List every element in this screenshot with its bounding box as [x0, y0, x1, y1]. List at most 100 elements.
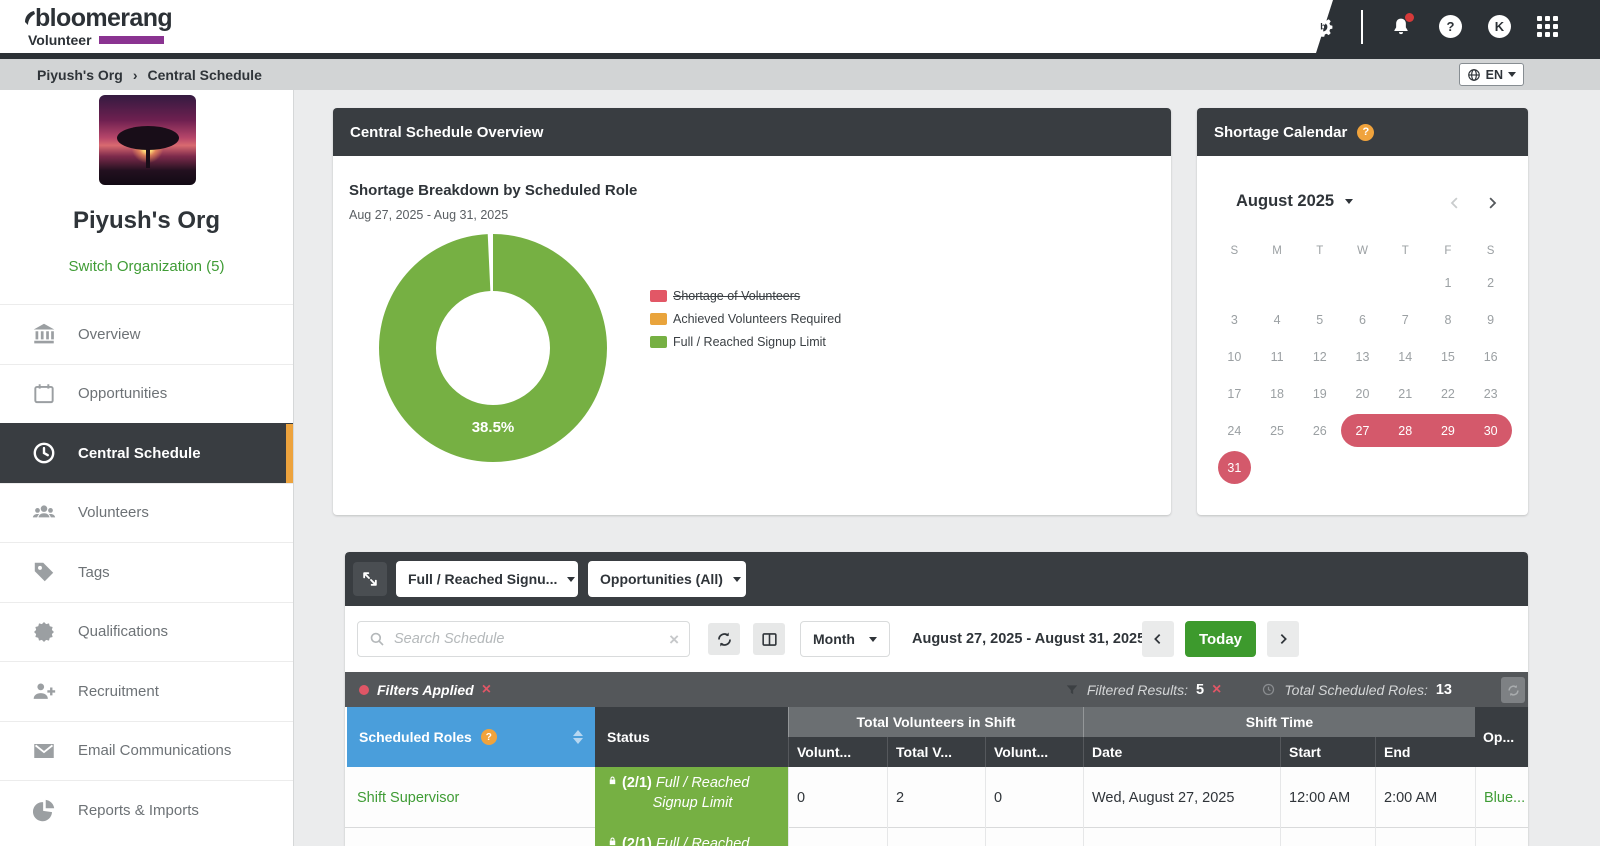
shift-end-cell: 2:00 AM: [1375, 767, 1475, 828]
calendar-day-26[interactable]: 26: [1298, 412, 1341, 449]
sidebar-item-email-communications[interactable]: Email Communications: [0, 721, 293, 781]
legend-swatch: [650, 290, 667, 302]
group-header-total-volunteers: Total Volunteers in Shift: [788, 707, 1083, 737]
calendar-day-7[interactable]: 7: [1384, 301, 1427, 338]
table-refresh-icon[interactable]: [1501, 677, 1525, 703]
calendar-day-15[interactable]: 15: [1427, 338, 1470, 375]
calendar-month-selector[interactable]: August 2025: [1236, 192, 1353, 211]
legend-label: Shortage of Volunteers: [673, 289, 800, 303]
sidebar-item-qualifications[interactable]: Qualifications: [0, 602, 293, 662]
calendar-day-header: F: [1427, 238, 1470, 264]
next-period-button[interactable]: [1267, 621, 1299, 657]
breadcrumb: Piyush's Org › Central Schedule: [37, 59, 262, 90]
language-selector[interactable]: EN: [1459, 63, 1524, 86]
sidebar-item-recruitment[interactable]: Recruitment: [0, 661, 293, 721]
shift-start-cell: 12:00 AM: [1280, 767, 1375, 828]
sidebar-item-overview[interactable]: Overview: [0, 304, 293, 364]
calendar-day-11[interactable]: 11: [1256, 338, 1299, 375]
calendar-day-25[interactable]: 25: [1256, 412, 1299, 449]
overview-panel-title: Central Schedule Overview: [350, 124, 543, 141]
clear-filtered-results-icon[interactable]: ×: [1212, 682, 1221, 698]
sidebar: Piyush's Org Switch Organization (5) Ove…: [0, 90, 294, 846]
sidebar-item-reports-imports[interactable]: Reports & Imports: [0, 780, 293, 840]
calendar-day-10[interactable]: 10: [1213, 338, 1256, 375]
calendar-day-23[interactable]: 23: [1469, 375, 1512, 412]
calendar-day-empty: [1298, 449, 1341, 486]
expand-icon[interactable]: [353, 562, 387, 596]
calendar-day-8[interactable]: 8: [1427, 301, 1470, 338]
switch-organization-link[interactable]: Switch Organization (5): [0, 258, 293, 275]
calendar-day-3[interactable]: 3: [1213, 301, 1256, 338]
notifications-bell-icon[interactable]: [1389, 15, 1413, 39]
calendar-day-14[interactable]: 14: [1384, 338, 1427, 375]
bloomerang-logo[interactable]: bloomerang Volunteer: [26, 5, 172, 48]
view-mode-dropdown[interactable]: Month: [800, 621, 890, 657]
today-button[interactable]: Today: [1185, 621, 1256, 657]
opportunity-link[interactable]: Blue...: [1475, 767, 1528, 828]
sidebar-item-tags[interactable]: Tags: [0, 542, 293, 602]
calendar-help-icon[interactable]: ?: [1357, 124, 1374, 141]
sidebar-item-volunteers[interactable]: Volunteers: [0, 483, 293, 543]
opportunity-link[interactable]: Blue...: [1475, 828, 1528, 846]
clear-search-icon[interactable]: ×: [669, 631, 679, 648]
status-filter-dropdown[interactable]: Full / Reached Signu...: [396, 561, 578, 597]
pie-icon: [31, 797, 57, 823]
search-input[interactable]: [394, 631, 661, 647]
split-view-icon[interactable]: [753, 623, 785, 655]
sub-column-header: Date: [1083, 737, 1280, 767]
breadcrumb-org[interactable]: Piyush's Org: [37, 67, 123, 83]
volunteers-count-cell: 0: [788, 828, 887, 846]
account-avatar[interactable]: K: [1488, 15, 1511, 38]
calendar-day-1[interactable]: 1: [1427, 264, 1470, 301]
calendar-day-17[interactable]: 17: [1213, 375, 1256, 412]
calendar-day-4[interactable]: 4: [1256, 301, 1299, 338]
calendar-day-2[interactable]: 2: [1469, 264, 1512, 301]
scheduled-role-link[interactable]: Shift Supervisor: [347, 767, 595, 828]
refresh-button[interactable]: [708, 623, 740, 655]
calendar-day-16[interactable]: 16: [1469, 338, 1512, 375]
scheduled-roles-help-icon[interactable]: ?: [481, 729, 497, 745]
calendar-day-27[interactable]: 27: [1341, 412, 1384, 449]
status-cell: (2/1) Full / ReachedSignup Limit: [595, 828, 788, 846]
calendar-day-19[interactable]: 19: [1298, 375, 1341, 412]
sidebar-item-opportunities[interactable]: Opportunities: [0, 364, 293, 424]
calendar-day-21[interactable]: 21: [1384, 375, 1427, 412]
calendar-day-20[interactable]: 20: [1341, 375, 1384, 412]
calendar-day-24[interactable]: 24: [1213, 412, 1256, 449]
calendar-next-button[interactable]: [1483, 192, 1503, 214]
column-header-scheduled-roles[interactable]: Scheduled Roles ?: [347, 707, 595, 767]
calendar-prev-button[interactable]: [1446, 192, 1466, 214]
settings-gear-icon[interactable]: b: [1311, 15, 1335, 39]
legend-item[interactable]: Achieved Volunteers Required: [650, 312, 841, 326]
calendar-day-12[interactable]: 12: [1298, 338, 1341, 375]
sort-icon[interactable]: [573, 730, 583, 744]
chart-legend: Shortage of Volunteers Achieved Volunteer…: [650, 289, 841, 349]
calendar-day-5[interactable]: 5: [1298, 301, 1341, 338]
previous-period-button[interactable]: [1142, 621, 1174, 657]
volunteers-count-cell: 0: [788, 767, 887, 828]
sidebar-item-central-schedule[interactable]: Central Schedule: [0, 423, 293, 483]
legend-item[interactable]: Full / Reached Signup Limit: [650, 335, 841, 349]
apps-grid-icon[interactable]: [1537, 16, 1558, 37]
calendar-day-28[interactable]: 28: [1384, 412, 1427, 449]
calendar-day-30[interactable]: 30: [1469, 412, 1512, 449]
clear-filters-icon[interactable]: ×: [482, 682, 491, 698]
calendar-day-22[interactable]: 22: [1427, 375, 1470, 412]
calendar-day-empty: [1427, 449, 1470, 486]
opportunities-filter-dropdown[interactable]: Opportunities (All): [588, 561, 746, 597]
calendar-day-31[interactable]: 31: [1213, 449, 1256, 486]
notification-badge: [1405, 13, 1414, 22]
schedule-toolbar: Full / Reached Signu... Opportunities (A…: [345, 552, 1528, 606]
calendar-day-18[interactable]: 18: [1256, 375, 1299, 412]
calendar-day-9[interactable]: 9: [1469, 301, 1512, 338]
globe-icon: [1467, 68, 1481, 82]
sidebar-item-label: Central Schedule: [78, 445, 201, 462]
scheduled-role-link[interactable]: Shift Supervisor: [347, 828, 595, 846]
calendar-day-13[interactable]: 13: [1341, 338, 1384, 375]
legend-item[interactable]: Shortage of Volunteers: [650, 289, 841, 303]
breadcrumb-separator: ›: [133, 67, 138, 83]
calendar-day-29[interactable]: 29: [1427, 412, 1470, 449]
breadcrumb-page[interactable]: Central Schedule: [147, 67, 261, 83]
help-icon[interactable]: ?: [1439, 15, 1462, 38]
calendar-day-6[interactable]: 6: [1341, 301, 1384, 338]
